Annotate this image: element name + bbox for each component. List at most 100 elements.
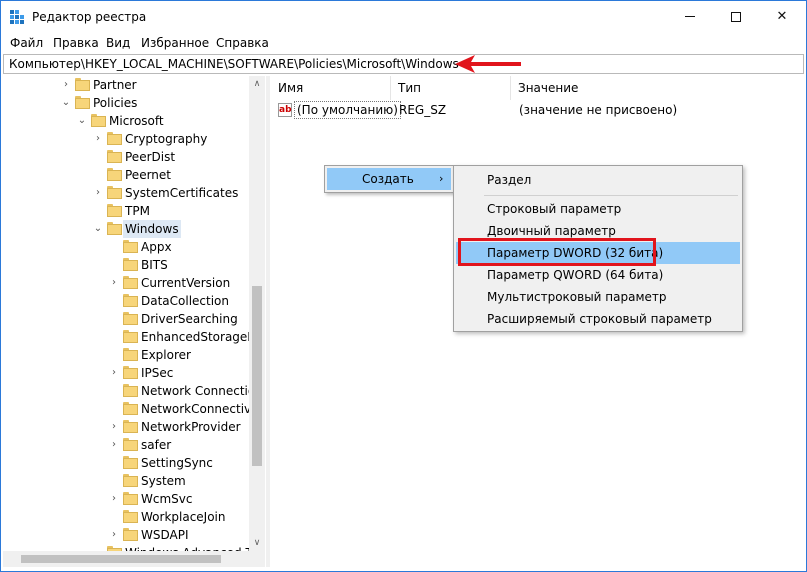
- tree-item[interactable]: SettingSync: [3, 454, 265, 472]
- tree-item[interactable]: › Partner: [3, 76, 265, 94]
- column-header-type[interactable]: Тип: [391, 76, 511, 100]
- address-bar[interactable]: Компьютер\HKEY_LOCAL_MACHINE\SOFTWARE\Po…: [3, 54, 804, 74]
- menu-item-label: Строковый параметр: [487, 202, 622, 216]
- chevron-right-icon[interactable]: ›: [109, 364, 119, 382]
- chevron-right-icon[interactable]: ›: [109, 274, 119, 292]
- tree-item[interactable]: › Cryptography: [3, 130, 265, 148]
- folder-icon: [107, 222, 122, 235]
- red-highlight-box: [458, 238, 656, 266]
- address-path: Компьютер\HKEY_LOCAL_MACHINE\SOFTWARE\Po…: [9, 57, 459, 71]
- folder-icon: [123, 294, 138, 307]
- folder-icon: [123, 384, 138, 397]
- folder-icon: [123, 258, 138, 271]
- column-header-value[interactable]: Значение: [511, 76, 804, 100]
- chevron-down-icon[interactable]: ⌄: [61, 94, 71, 112]
- tree-item[interactable]: PeerDist: [3, 148, 265, 166]
- tree-item-label: Policies: [93, 96, 138, 110]
- menu-item-qword-value[interactable]: Параметр QWORD (64 бита): [456, 264, 740, 286]
- folder-icon: [123, 510, 138, 523]
- tree-item-label: NetworkProvider: [141, 420, 241, 434]
- folder-icon: [123, 312, 138, 325]
- chevron-right-icon[interactable]: ›: [109, 436, 119, 454]
- tree-horizontal-scrollbar[interactable]: [3, 551, 265, 567]
- menu-view[interactable]: Вид: [106, 35, 130, 51]
- tree-item-label: Cryptography: [125, 132, 208, 146]
- tree-item[interactable]: System: [3, 472, 265, 490]
- tree-item[interactable]: › WSDAPI: [3, 526, 265, 544]
- tree-item[interactable]: WorkplaceJoin: [3, 508, 265, 526]
- tree-item[interactable]: Peernet: [3, 166, 265, 184]
- folder-icon: [123, 528, 138, 541]
- maximize-icon: [731, 11, 741, 22]
- tree-item[interactable]: Appx: [3, 238, 265, 256]
- folder-icon: [107, 150, 122, 163]
- string-value-icon: ab: [278, 103, 292, 117]
- menu-item-create[interactable]: Создать ›: [327, 168, 451, 190]
- folder-icon: [123, 438, 138, 451]
- tree-item[interactable]: ⌄ Microsoft: [3, 112, 265, 130]
- tree-item[interactable]: NetworkConnectivit: [3, 400, 265, 418]
- chevron-right-icon[interactable]: ›: [61, 76, 71, 94]
- column-header-name[interactable]: Имя: [271, 76, 391, 100]
- tree-item-label: safer: [141, 438, 172, 452]
- tree-item[interactable]: DataCollection: [3, 292, 265, 310]
- tree-item-label: SystemCertificates: [125, 186, 239, 200]
- tree-item[interactable]: › safer: [3, 436, 265, 454]
- menu-help[interactable]: Справка: [216, 35, 269, 51]
- tree-item[interactable]: TPM: [3, 202, 265, 220]
- scroll-thumb[interactable]: [252, 286, 262, 466]
- folder-icon: [107, 168, 122, 181]
- chevron-down-icon[interactable]: ⌄: [93, 220, 103, 238]
- tree-item[interactable]: Explorer: [3, 346, 265, 364]
- tree-item[interactable]: ⌄ Policies: [3, 94, 265, 112]
- chevron-right-icon[interactable]: ›: [93, 130, 103, 148]
- pane-splitter[interactable]: [266, 76, 270, 567]
- tree-item[interactable]: BITS: [3, 256, 265, 274]
- tree-item[interactable]: › WcmSvc: [3, 490, 265, 508]
- chevron-down-icon[interactable]: ⌄: [77, 112, 87, 130]
- tree-item[interactable]: › CurrentVersion: [3, 274, 265, 292]
- folder-icon: [107, 132, 122, 145]
- maximize-button[interactable]: [713, 1, 759, 33]
- menu-item-label: Расширяемый строковый параметр: [487, 312, 712, 326]
- folder-icon: [91, 114, 106, 127]
- tree-item-label: WorkplaceJoin: [141, 510, 226, 524]
- tree-item-label: Windows Advanced Th: [123, 544, 262, 551]
- menu-item-string-value[interactable]: Строковый параметр: [456, 198, 740, 220]
- tree-item-label: IPSec: [141, 366, 174, 380]
- tree-item[interactable]: Windows Advanced Th: [3, 544, 265, 551]
- tree-item[interactable]: › SystemCertificates: [3, 184, 265, 202]
- tree-item[interactable]: › NetworkProvider: [3, 418, 265, 436]
- chevron-right-icon[interactable]: ›: [109, 418, 119, 436]
- tree-item[interactable]: DriverSearching: [3, 310, 265, 328]
- close-button[interactable]: ✕: [759, 1, 805, 33]
- scroll-down-icon[interactable]: ∨: [249, 535, 265, 551]
- minimize-button[interactable]: [667, 1, 713, 33]
- tree-item[interactable]: EnhancedStorageDe: [3, 328, 265, 346]
- tree-item[interactable]: Network Connection: [3, 382, 265, 400]
- tree-item[interactable]: ⌄ Windows: [3, 220, 265, 238]
- tree-vertical-scrollbar[interactable]: ∧ ∨: [249, 76, 265, 551]
- tree-item-label: WcmSvc: [141, 492, 193, 506]
- chevron-right-icon[interactable]: ›: [109, 490, 119, 508]
- tree-item-label: Appx: [141, 240, 172, 254]
- chevron-right-icon[interactable]: ›: [93, 184, 103, 202]
- menu-item-multi-string-value[interactable]: Мультистроковый параметр: [456, 286, 740, 308]
- folder-icon: [107, 204, 122, 217]
- menu-item-label: Параметр QWORD (64 бита): [487, 268, 664, 282]
- list-item[interactable]: ab (По умолчанию) REG_SZ (значение не пр…: [271, 100, 804, 120]
- folder-icon: [107, 186, 122, 199]
- menu-file[interactable]: Файл: [10, 35, 43, 51]
- chevron-right-icon[interactable]: ›: [109, 526, 119, 544]
- horizontal-scroll-thumb[interactable]: [21, 555, 221, 563]
- tree-item[interactable]: › IPSec: [3, 364, 265, 382]
- tree-item-label: PeerDist: [125, 150, 176, 164]
- menu-edit[interactable]: Правка: [53, 35, 99, 51]
- registry-tree[interactable]: › Partner ⌄ Policies ⌄ Microsoft › Cryptography…: [3, 76, 265, 551]
- menu-item-expandable-string-value[interactable]: Расширяемый строковый параметр: [456, 308, 740, 330]
- tree-item-label: DataCollection: [141, 294, 230, 308]
- folder-icon: [123, 402, 138, 415]
- menu-item-key[interactable]: Раздел: [456, 169, 740, 191]
- scroll-up-icon[interactable]: ∧: [249, 76, 265, 92]
- menu-favorites[interactable]: Избранное: [141, 35, 209, 51]
